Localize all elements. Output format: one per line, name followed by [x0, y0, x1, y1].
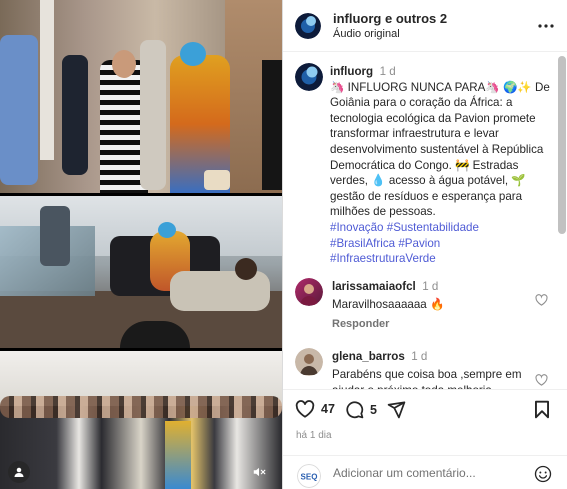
comment-text: Parabéns que coisa boa ,sempre em ajudar…: [332, 368, 522, 389]
current-user-avatar: SEQ: [297, 464, 321, 488]
heart-icon: [535, 294, 548, 306]
heart-icon: [535, 374, 548, 386]
audio-label[interactable]: Áudio original: [333, 28, 400, 40]
comment-author: glena_barros 1 d: [332, 350, 427, 363]
comment-author: larissamaiaofcl 1 d: [332, 280, 438, 293]
hashtag-link[interactable]: #BrasilAfrica: [330, 237, 395, 250]
heart-icon: [295, 400, 315, 418]
comment-like-button[interactable]: [535, 374, 548, 389]
speaker-muted-icon: [253, 467, 266, 477]
hashtag-link[interactable]: #Sustentabilidade: [387, 221, 479, 234]
share-button[interactable]: [387, 400, 406, 419]
comments-list[interactable]: influorg 1 d 🦄 INFLUORG NUNCA PARA🦄 🌍✨ D…: [283, 53, 556, 389]
caption-username[interactable]: influorg: [330, 65, 373, 78]
more-options-button[interactable]: [536, 16, 556, 36]
emoji-button[interactable]: [534, 465, 552, 486]
photo-group: [0, 351, 282, 489]
svg-text:SEQ: SEQ: [301, 473, 318, 482]
hashtag-link[interactable]: #InfraestruturaVerde: [330, 252, 436, 265]
commenter-username[interactable]: glena_barros: [332, 350, 405, 363]
commenter-username[interactable]: larissamaiaofcl: [332, 280, 416, 293]
comment-button[interactable]: 5: [345, 400, 377, 419]
comment-like-button[interactable]: [535, 294, 548, 309]
send-icon: [387, 401, 406, 419]
caption-author-avatar[interactable]: [295, 63, 323, 91]
mute-button[interactable]: [248, 461, 270, 483]
comment-icon: [346, 401, 364, 419]
like-count[interactable]: 47: [321, 402, 335, 416]
caption-hashtags: #Inovação #Sustentabilidade #BrasilAfric…: [330, 221, 479, 265]
post-sidebar: influorg e outros 2 Áudio original influ…: [282, 0, 567, 489]
user-tag-icon: [14, 467, 24, 477]
photo-meeting-handshake: [0, 0, 282, 193]
commenter-avatar[interactable]: [295, 348, 323, 376]
comment-time[interactable]: 1 d: [411, 350, 427, 363]
caption-time[interactable]: 1 d: [380, 65, 396, 78]
hashtag-link[interactable]: #Inovação: [330, 221, 384, 234]
comment-count[interactable]: 5: [370, 403, 377, 417]
post-actions: 47 5 há 1 dia: [283, 389, 567, 445]
hashtag-link[interactable]: #Pavion: [398, 237, 440, 250]
bookmark-icon: [535, 400, 549, 419]
like-button[interactable]: 47: [295, 400, 335, 418]
reply-button[interactable]: Responder: [332, 318, 389, 330]
photo-sofa-meeting: [0, 196, 282, 348]
emoji-icon: [534, 465, 552, 483]
comment-text: Maravilhosaaaaaa 🔥: [332, 298, 445, 311]
caption-text: influorg 1 d 🦄 INFLUORG NUNCA PARA🦄 🌍✨ D…: [330, 64, 555, 267]
commenter-avatar[interactable]: [295, 278, 323, 306]
comment-time[interactable]: 1 d: [422, 280, 438, 293]
comments-scrollbar[interactable]: [558, 56, 566, 234]
user-tag-button[interactable]: [8, 461, 30, 483]
post-media[interactable]: [0, 0, 282, 489]
post-timestamp[interactable]: há 1 dia: [296, 430, 332, 441]
caption-body: 🦄 INFLUORG NUNCA PARA🦄 🌍✨ De Goiânia par…: [330, 80, 550, 219]
save-button[interactable]: [534, 400, 550, 419]
add-comment-bar: SEQ: [283, 455, 567, 489]
comment-input[interactable]: [333, 466, 513, 480]
author-avatar[interactable]: [295, 13, 321, 39]
more-horizontal-icon: [538, 24, 554, 28]
post-authors[interactable]: influorg e outros 2: [333, 11, 447, 26]
post-header: influorg e outros 2 Áudio original: [283, 0, 567, 52]
